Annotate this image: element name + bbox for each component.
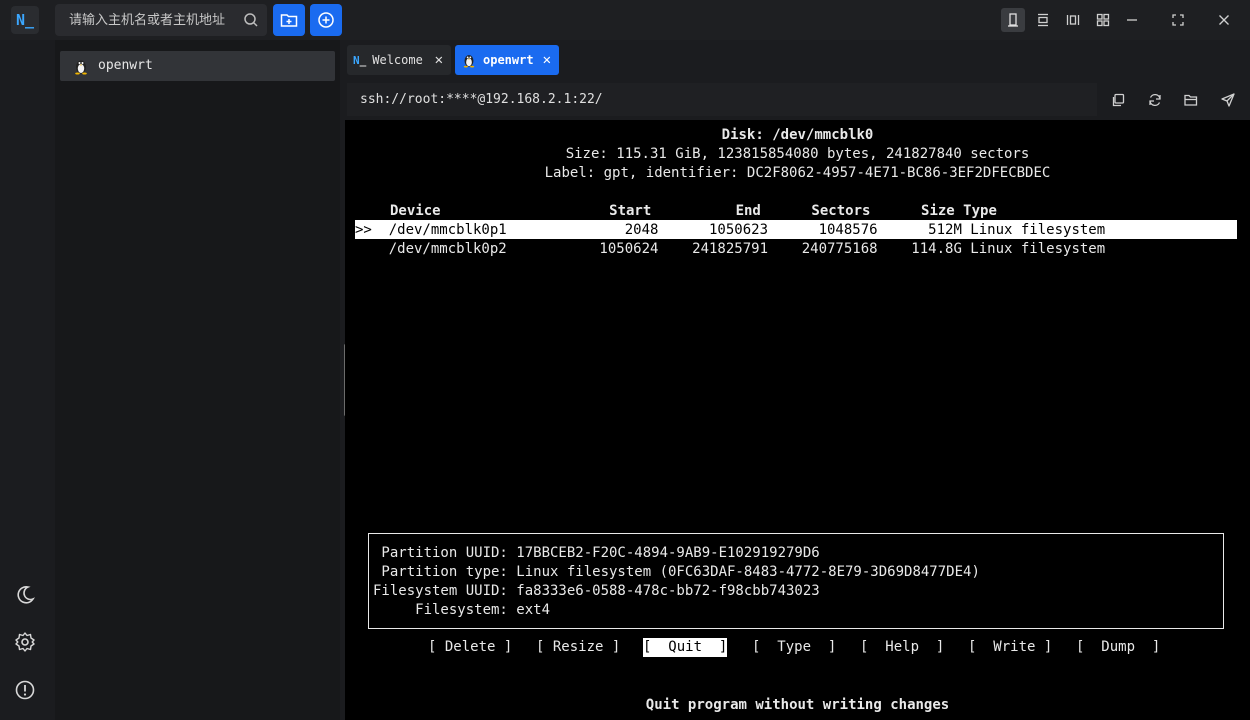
search-icon[interactable] <box>243 12 259 28</box>
layout-horizontal-button[interactable] <box>1031 8 1055 32</box>
host-item-label: openwrt <box>98 58 153 73</box>
grid-icon <box>1096 13 1110 27</box>
single-pane-icon <box>1008 13 1018 27</box>
sftp-button[interactable] <box>1181 90 1201 110</box>
tab-label: openwrt <box>483 53 534 67</box>
moon-icon <box>17 586 35 604</box>
menu-type[interactable]: [ Type ] <box>752 638 836 657</box>
send-icon <box>1221 93 1235 107</box>
disk-title: Disk: /dev/mmcblk0 <box>721 127 874 143</box>
info-line: Partition type: Linux filesystem (0FC63D… <box>373 564 980 580</box>
info-line: Partition UUID: 17BBCEB2-F20C-4894-9AB9-… <box>373 545 820 561</box>
new-folder-button[interactable] <box>273 4 305 36</box>
tab-label: Welcome <box>372 53 423 67</box>
search-input[interactable] <box>69 4 239 36</box>
settings-button[interactable] <box>14 631 36 653</box>
info-line: Filesystem: ext4 <box>373 602 551 618</box>
tab-openwrt[interactable]: openwrt ✕ <box>455 45 559 75</box>
n-logo-icon: N_ <box>353 53 367 67</box>
menu-write[interactable]: [ Write ] <box>968 638 1052 657</box>
close-tab-icon[interactable]: ✕ <box>435 52 443 68</box>
menu-resize[interactable]: [ Resize ] <box>536 638 620 657</box>
layout-single-button[interactable] <box>1001 8 1025 32</box>
search-box[interactable] <box>55 4 267 36</box>
maximize-icon <box>1172 14 1184 26</box>
folder-plus-icon <box>280 14 298 27</box>
layout-vertical-button[interactable] <box>1061 8 1085 32</box>
ssh-address: ssh://root:****@192.168.2.1:22/ <box>360 92 603 107</box>
partition-row[interactable]: >> /dev/mmcblk0p1 2048 1050623 1048576 5… <box>355 221 1105 240</box>
maximize-button[interactable] <box>1166 8 1190 32</box>
left-rail <box>0 40 52 720</box>
host-sidebar <box>55 40 340 720</box>
vertical-split-icon <box>1066 15 1080 25</box>
menu-delete[interactable]: [ Delete ] <box>428 638 512 657</box>
about-button[interactable] <box>14 679 36 701</box>
folder-open-icon <box>1184 94 1198 106</box>
gear-icon <box>15 632 35 652</box>
horizontal-split-icon <box>1038 13 1048 27</box>
partition-row[interactable]: /dev/mmcblk0p2 1050624 241825791 2407751… <box>355 240 1105 259</box>
tab-welcome[interactable]: N_ Welcome ✕ <box>347 45 451 75</box>
menu-dump[interactable]: [ Dump ] <box>1076 638 1160 657</box>
close-tab-icon[interactable]: ✕ <box>543 52 551 68</box>
add-host-button[interactable] <box>310 4 342 36</box>
status-hint: Quit program without writing changes <box>645 697 950 713</box>
disk-size: Size: 115.31 GiB, 123815854080 bytes, 24… <box>565 146 1030 162</box>
send-command-button[interactable] <box>1218 90 1238 110</box>
disk-label: Label: gpt, identifier: DC2F8062-4957-4E… <box>544 165 1051 181</box>
close-window-button[interactable] <box>1212 8 1236 32</box>
linux-tux-icon <box>72 57 90 75</box>
reconnect-button[interactable] <box>1145 90 1165 110</box>
partition-table-header: Device Start End Sectors Size Type <box>355 202 997 221</box>
menu-quit[interactable]: [ Quit ] <box>643 638 728 657</box>
theme-toggle-button[interactable] <box>14 584 36 606</box>
header-text: Device Start End Sectors Size Type <box>390 203 997 219</box>
close-icon <box>1219 15 1229 25</box>
layout-grid-button[interactable] <box>1091 8 1115 32</box>
copy-button[interactable] <box>1108 90 1128 110</box>
app-logo: N_ <box>11 6 39 34</box>
copy-icon <box>1112 93 1125 107</box>
info-line: Filesystem UUID: fa8333e6-0588-478c-bb72… <box>373 583 820 599</box>
minimize-button[interactable] <box>1120 8 1144 32</box>
info-alert-icon <box>15 680 35 700</box>
plus-circle-icon <box>318 12 334 28</box>
refresh-icon <box>1149 93 1161 107</box>
linux-tux-icon <box>461 52 477 68</box>
minimize-icon <box>1127 19 1137 21</box>
menu-help[interactable]: [ Help ] <box>860 638 944 657</box>
